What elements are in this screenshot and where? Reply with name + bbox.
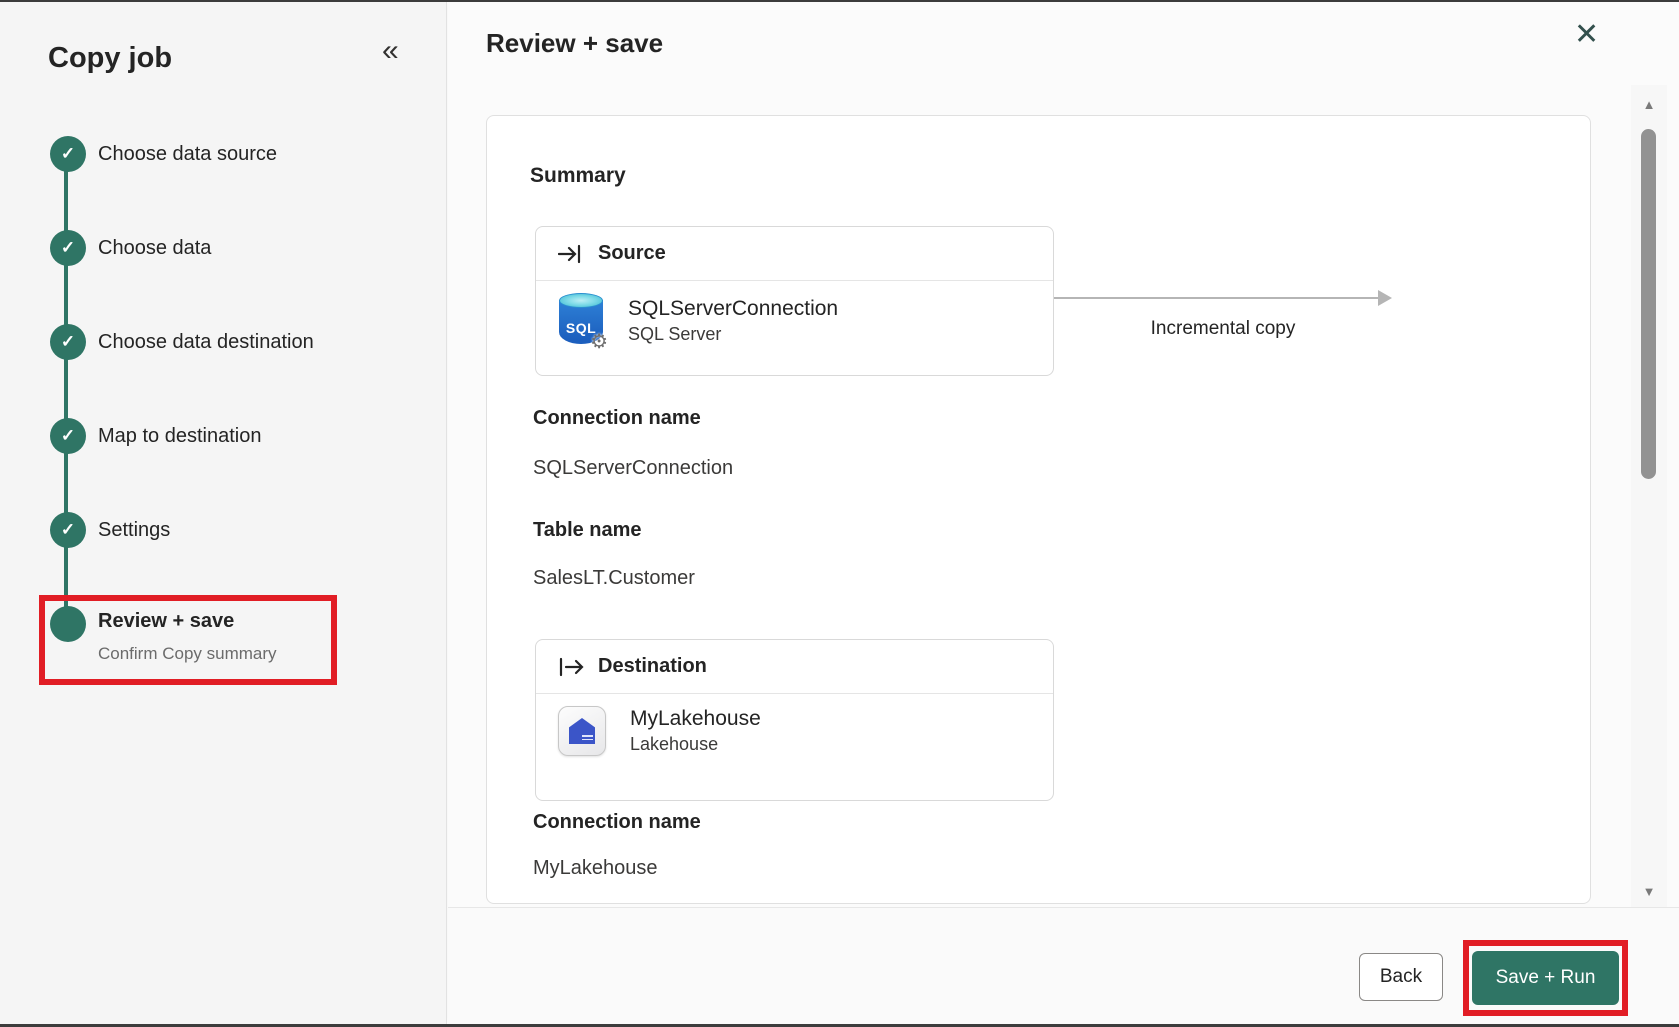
page-title: Review + save	[486, 28, 664, 58]
step-check-icon: ✓	[50, 512, 86, 548]
stepper-connector-line	[64, 152, 68, 624]
step-check-icon: ✓	[50, 324, 86, 360]
wizard-title: Copy job	[48, 42, 173, 74]
step-check-icon: ✓	[50, 418, 86, 454]
field-label: Connection name	[533, 407, 701, 429]
scroll-up-icon[interactable]: ▲	[1631, 97, 1667, 112]
copy-job-wizard-window: Copy job « ✓ Choose data source ✓ Choose…	[0, 0, 1679, 1027]
field-label: Table name	[533, 519, 642, 541]
copy-flow-arrow-line	[1054, 297, 1380, 299]
lakehouse-icon	[558, 706, 606, 756]
back-button[interactable]: Back	[1359, 953, 1443, 1001]
highlight-box-save-run: Save + Run	[1463, 940, 1628, 1016]
arrow-from-bar-icon	[558, 657, 584, 677]
arrow-into-bar-icon	[558, 244, 584, 264]
check-icon: ✓	[60, 520, 76, 539]
field-value: MyLakehouse	[533, 857, 658, 879]
check-icon: ✓	[60, 426, 76, 445]
check-icon: ✓	[60, 332, 76, 351]
highlight-box-review-step	[39, 595, 337, 685]
sidebar-step-choose-data-source[interactable]: Choose data source	[98, 143, 277, 166]
save-run-button[interactable]: Save + Run	[1472, 951, 1619, 1005]
window-top-edge	[0, 0, 1679, 2]
step-check-icon: ✓	[50, 230, 86, 266]
source-connection-name: SQLServerConnection	[628, 297, 839, 320]
destination-connection-type: Lakehouse	[630, 734, 719, 754]
scroll-down-icon[interactable]: ▼	[1631, 884, 1667, 899]
wizard-footer: Back Save + Run	[448, 907, 1679, 1024]
gear-icon: ⚙	[590, 331, 608, 353]
destination-box-header: Destination	[536, 640, 1053, 694]
field-label: Connection name	[533, 811, 701, 833]
step-check-icon: ✓	[50, 136, 86, 172]
sidebar-step-choose-data-destination[interactable]: Choose data destination	[98, 331, 314, 354]
house-glyph	[569, 718, 595, 744]
source-section-label: Source	[598, 242, 666, 264]
review-save-panel: Review + save ✕ Summary Source SQL ⚙ SQL…	[448, 2, 1679, 1024]
sidebar-step-map-to-destination[interactable]: Map to destination	[98, 425, 261, 448]
check-icon: ✓	[60, 238, 76, 257]
destination-box: Destination MyLakehouse Lakehouse	[535, 639, 1054, 801]
copy-mode-label: Incremental copy	[1150, 318, 1296, 339]
close-icon[interactable]: ✕	[1574, 20, 1599, 50]
wizard-sidebar: Copy job « ✓ Choose data source ✓ Choose…	[0, 2, 447, 1024]
destination-connection-name: MyLakehouse	[630, 707, 761, 730]
scrollbar-thumb[interactable]	[1641, 129, 1656, 479]
vertical-scrollbar[interactable]: ▲ ▼	[1631, 85, 1667, 907]
source-connection-row: SQL ⚙ SQLServerConnection SQL Server	[536, 281, 1053, 361]
field-value: SQLServerConnection	[533, 457, 734, 479]
sql-server-icon: SQL ⚙	[558, 293, 608, 352]
summary-heading: Summary	[530, 164, 626, 187]
collapse-sidebar-icon[interactable]: «	[382, 36, 399, 66]
house-grid-detail	[582, 735, 593, 742]
destination-section-label: Destination	[598, 655, 707, 677]
destination-connection-row: MyLakehouse Lakehouse	[536, 694, 1053, 768]
copy-flow-arrow-head	[1378, 290, 1392, 306]
source-connection-type: SQL Server	[628, 324, 722, 344]
check-icon: ✓	[60, 144, 76, 163]
sql-cylinder-top	[559, 293, 603, 308]
field-value: SalesLT.Customer	[533, 567, 695, 589]
source-box-header: Source	[536, 227, 1053, 281]
source-box: Source SQL ⚙ SQLServerConnection SQL Ser…	[535, 226, 1054, 376]
sidebar-step-settings[interactable]: Settings	[98, 519, 170, 542]
summary-card: Summary Source SQL ⚙ SQLServerConnection…	[486, 115, 1591, 904]
sidebar-step-choose-data[interactable]: Choose data	[98, 237, 211, 260]
